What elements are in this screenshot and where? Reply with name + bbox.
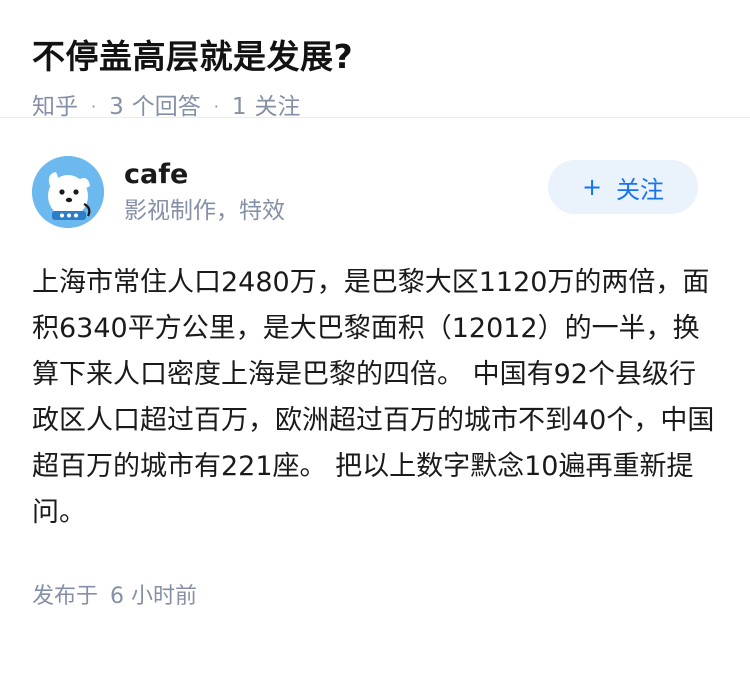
answer-count-link[interactable]: 3 个回答 — [109, 90, 201, 124]
separator-dot: · — [213, 97, 219, 116]
follow-count-label: 关注 — [254, 94, 301, 120]
published-label: 发布于 — [32, 584, 99, 609]
separator-dot: · — [91, 97, 97, 116]
author-headline: 影视制作，特效 — [124, 198, 285, 224]
published-time: 6 小时前 — [110, 584, 198, 609]
author-info: cafe 影视制作，特效 — [124, 157, 285, 227]
author-name[interactable]: cafe — [124, 157, 285, 193]
question-header: 不停盖高层就是发展? 知乎 · 3 个回答 · 1 关注 — [0, 0, 750, 120]
follow-count: 1 — [231, 94, 247, 120]
follow-button-label: 关注 — [616, 175, 665, 204]
follow-count-link[interactable]: 1 关注 — [232, 90, 301, 124]
answer-content[interactable]: 上海市常住人口2480万，是巴黎大区1120万的两倍，面积6340平方公里，是大… — [32, 260, 722, 536]
cartoon-dog-avatar-icon — [32, 156, 104, 228]
answer-time: 发布于 6 小时前 — [32, 578, 718, 610]
answer-count: 3 — [109, 94, 124, 120]
avatar[interactable] — [32, 156, 104, 228]
answer-card: cafe 影视制作，特效 + 关注 上海市常住人口2480万，是巴黎大区1120… — [0, 118, 750, 610]
follow-button[interactable]: + 关注 — [548, 160, 698, 214]
source-label[interactable]: 知乎 — [32, 90, 78, 124]
author-row: cafe 影视制作，特效 + 关注 — [32, 154, 718, 230]
plus-icon: + — [581, 173, 603, 201]
answer-count-label: 个回答 — [131, 94, 201, 120]
question-title[interactable]: 不停盖高层就是发展? — [32, 34, 718, 80]
